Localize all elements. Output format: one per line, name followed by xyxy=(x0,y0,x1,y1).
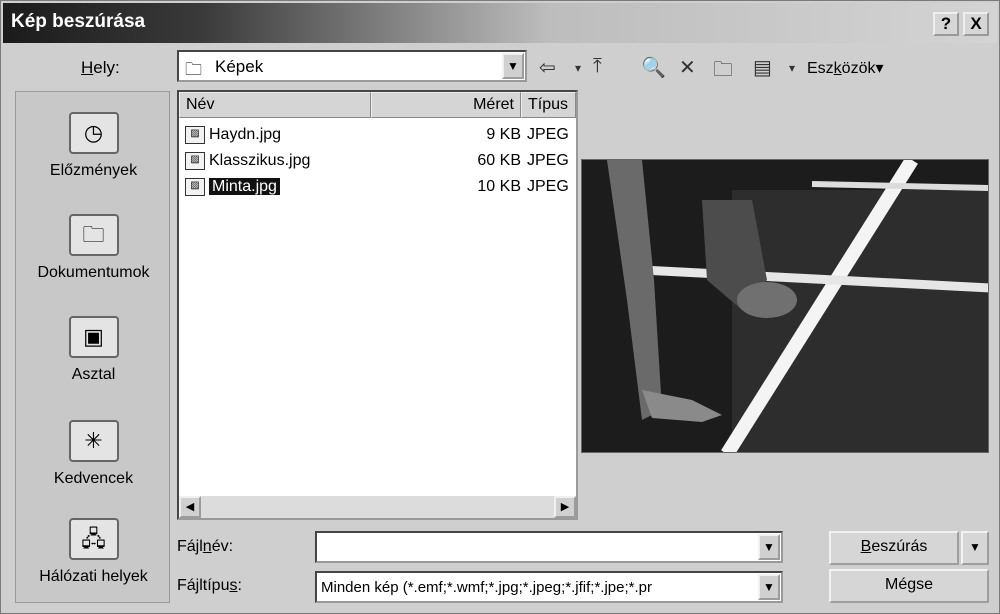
scroll-right-icon[interactable]: ▶ xyxy=(554,496,576,518)
location-dropdown-arrow[interactable]: ▼ xyxy=(502,53,524,79)
preview-photo xyxy=(582,160,988,452)
column-header-name[interactable]: Név xyxy=(179,92,371,118)
title-bar[interactable]: Kép beszúrása ? X xyxy=(3,3,997,43)
places-bar: ◷ Előzmények 🗀 Dokumentumok ▣ Asztal ✳ K… xyxy=(15,91,170,603)
back-dropdown-icon[interactable]: ▾ xyxy=(575,61,581,75)
place-history[interactable]: ◷ Előzmények xyxy=(16,112,171,180)
location-value: Képek xyxy=(215,57,264,76)
filetype-label: Fájltípus: xyxy=(177,577,242,594)
favorites-icon: ✳ xyxy=(68,420,119,462)
file-row[interactable]: ▨ Klasszikus.jpg 60 KB JPEG xyxy=(185,149,575,173)
jpeg-file-icon: ▨ xyxy=(185,177,205,196)
insert-button[interactable]: Beszúrás xyxy=(829,531,959,565)
filetype-value: Minden kép (*.emf;*.wmf;*.jpg;*.jpeg;*.j… xyxy=(321,579,652,596)
place-network[interactable]: 🖧 Hálózati helyek xyxy=(16,518,171,586)
image-preview xyxy=(581,159,989,453)
help-button[interactable]: ? xyxy=(933,12,959,36)
insert-options-dropdown[interactable]: ▼ xyxy=(961,531,989,565)
views-dropdown-icon[interactable]: ▾ xyxy=(789,61,795,75)
network-places-icon: 🖧 xyxy=(68,518,119,560)
jpeg-file-icon: ▨ xyxy=(185,125,205,144)
cancel-button[interactable]: Mégse xyxy=(829,569,989,603)
filename-dropdown-arrow[interactable]: ▼ xyxy=(758,534,780,560)
column-header-size[interactable]: Méret xyxy=(371,92,521,118)
filename-combobox[interactable]: ▼ xyxy=(315,531,783,563)
close-button[interactable]: X xyxy=(963,12,989,36)
location-label: Hely: xyxy=(81,58,120,77)
scroll-left-icon[interactable]: ◀ xyxy=(179,496,201,518)
location-combobox[interactable]: 🗀 Képek ▼ xyxy=(177,50,527,82)
views-icon[interactable]: ▤ xyxy=(753,55,772,80)
folder-icon: 🗀 xyxy=(185,60,202,79)
search-web-icon[interactable]: 🔍 xyxy=(641,55,666,80)
back-icon[interactable]: ⇦ xyxy=(539,55,556,80)
history-icon: ◷ xyxy=(68,112,119,154)
up-folder-icon[interactable]: ⤒ xyxy=(593,55,602,78)
new-folder-icon[interactable]: 🗀 xyxy=(713,55,733,89)
filetype-dropdown-arrow[interactable]: ▼ xyxy=(758,574,780,600)
dialog-title: Kép beszúrása xyxy=(11,11,146,32)
insert-picture-dialog: Kép beszúrása ? X Hely: 🗀 Képek ▼ ⇦ ▾ ⤒ … xyxy=(0,0,1000,614)
file-row-selected[interactable]: ▨ Minta.jpg 10 KB JPEG xyxy=(185,175,575,199)
column-header-type[interactable]: Típus xyxy=(521,92,576,118)
delete-icon[interactable]: ✕ xyxy=(679,55,696,80)
filename-label: Fájlnév: xyxy=(177,538,234,555)
filetype-combobox[interactable]: Minden kép (*.emf;*.wmf;*.jpg;*.jpeg;*.j… xyxy=(315,571,783,603)
file-list[interactable]: Név Méret Típus ▨ Haydn.jpg 9 KB JPEG ▨ Kl… xyxy=(177,90,578,520)
desktop-icon: ▣ xyxy=(68,316,119,358)
place-favorites[interactable]: ✳ Kedvencek xyxy=(16,420,171,488)
file-row[interactable]: ▨ Haydn.jpg 9 KB JPEG xyxy=(185,123,575,147)
tools-menu[interactable]: Eszközök▾ xyxy=(807,58,884,78)
horizontal-scrollbar[interactable]: ◀ ▶ xyxy=(179,496,576,518)
documents-icon: 🗀 xyxy=(68,214,119,256)
place-desktop[interactable]: ▣ Asztal xyxy=(16,316,171,384)
jpeg-file-icon: ▨ xyxy=(185,151,205,170)
place-documents[interactable]: 🗀 Dokumentumok xyxy=(16,214,171,282)
